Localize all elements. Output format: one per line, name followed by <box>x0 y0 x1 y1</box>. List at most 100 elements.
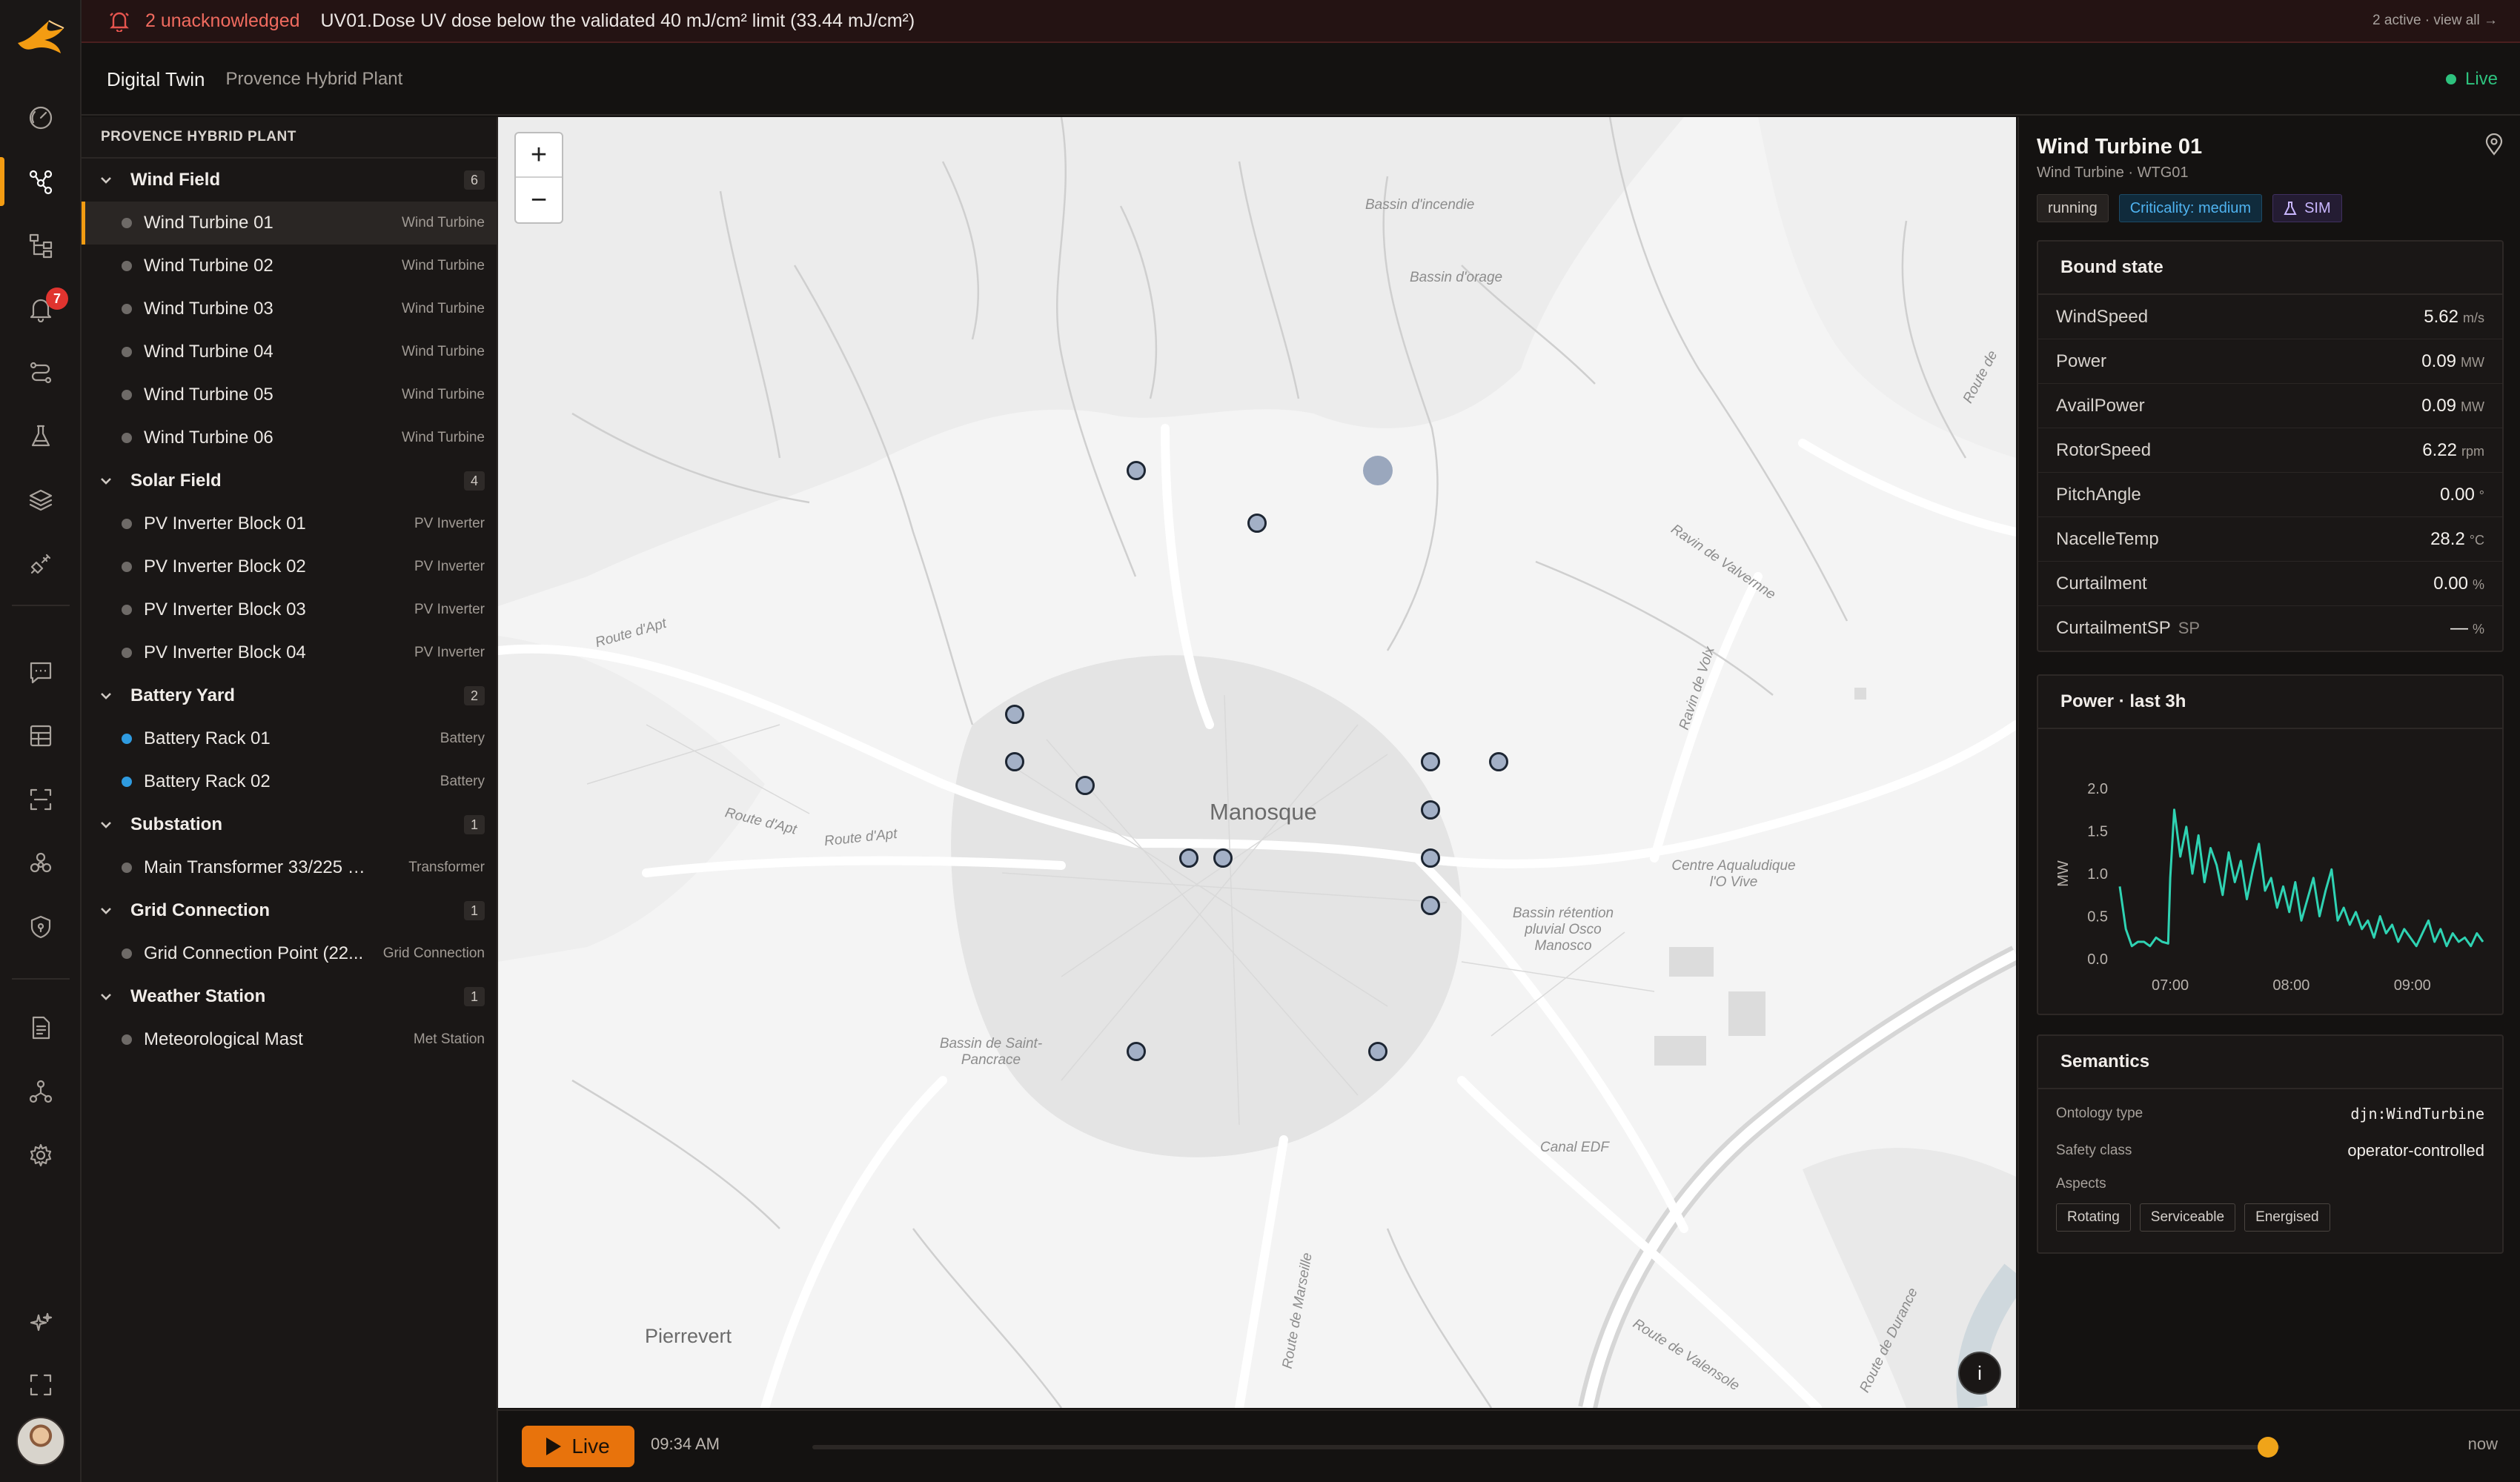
state-row: Power 0.09 MW <box>2038 339 2502 384</box>
asset-marker[interactable] <box>1421 800 1440 820</box>
asset-marker[interactable] <box>1421 752 1440 771</box>
status-dot-icon <box>122 347 132 357</box>
tree-title: PROVENCE HYBRID PLANT <box>82 117 497 159</box>
tree-group[interactable]: Wind Field 6 <box>82 159 497 202</box>
tree-item[interactable]: PV Inverter Block 02 PV Inverter <box>82 545 497 588</box>
molecule-nav-button[interactable] <box>0 831 82 895</box>
network-nav-button[interactable] <box>0 1060 82 1123</box>
tree-item[interactable]: Battery Rack 02 Battery <box>82 760 497 803</box>
fullscreen-icon <box>30 1374 52 1396</box>
state-name: AvailPower <box>2056 395 2145 416</box>
digital-twin-nav-button[interactable] <box>0 150 82 213</box>
security-nav-button[interactable] <box>0 895 82 959</box>
tree-item-type: PV Inverter <box>414 516 485 531</box>
zoom-out-button[interactable]: − <box>516 178 562 222</box>
tree-item[interactable]: Grid Connection Point (22... Grid Connect… <box>82 932 497 975</box>
y-axis-label: MW <box>2055 860 2072 887</box>
tree-item[interactable]: Wind Turbine 04 Wind Turbine <box>82 330 497 373</box>
asset-marker-selected[interactable] <box>1363 456 1393 485</box>
state-unit: °C <box>2469 532 2484 548</box>
tree-item[interactable]: Battery Rack 01 Battery <box>82 717 497 760</box>
flows-nav-button[interactable] <box>0 341 82 405</box>
tree-item-type: Wind Turbine <box>402 301 485 316</box>
tree-item-type: Battery <box>440 774 485 789</box>
power-chart-title: Power · last 3h <box>2038 676 2502 729</box>
timeline-bar: Live 09:34 AM now <box>498 1409 2520 1482</box>
tree-item[interactable]: PV Inverter Block 01 PV Inverter <box>82 502 497 545</box>
satellite-nav-button[interactable] <box>0 532 82 596</box>
tree-item[interactable]: Main Transformer 33/225 kV Transformer <box>82 846 497 889</box>
alarms-nav-button[interactable]: 7 <box>0 277 82 341</box>
x-tick-label: 09:00 <box>2394 977 2431 994</box>
chevron-down-icon <box>101 908 111 914</box>
timeline-scrubber-handle[interactable] <box>2258 1437 2279 1458</box>
alert-banner[interactable]: 2 unacknowledged UV01.Dose UV dose below… <box>82 0 2520 43</box>
settings-nav-button[interactable] <box>0 1123 82 1187</box>
fullscreen-button[interactable] <box>0 1353 82 1417</box>
live-play-button[interactable]: Live <box>522 1426 634 1467</box>
state-unit: m/s <box>2463 310 2484 325</box>
asset-marker[interactable] <box>1005 752 1024 771</box>
tree-group[interactable]: Weather Station 1 <box>82 975 497 1018</box>
state-unit: rpm <box>2461 443 2484 459</box>
status-dot-icon <box>122 605 132 615</box>
scan-nav-button[interactable] <box>0 768 82 831</box>
asset-marker[interactable] <box>1421 848 1440 868</box>
timeline-now-label: now <box>2467 1435 2498 1453</box>
tree-item-type: Met Station <box>413 1031 485 1047</box>
table-nav-button[interactable] <box>0 704 82 768</box>
tree-item[interactable]: PV Inverter Block 04 PV Inverter <box>82 631 497 674</box>
x-tick-label: 08:00 <box>2272 977 2310 994</box>
assistant-nav-button[interactable] <box>0 1292 82 1356</box>
hierarchy-nav-button[interactable] <box>0 213 82 277</box>
user-avatar[interactable] <box>16 1417 65 1466</box>
layers-nav-button[interactable] <box>0 468 82 532</box>
asset-marker[interactable] <box>1127 1042 1146 1061</box>
tree-item[interactable]: Wind Turbine 05 Wind Turbine <box>82 373 497 416</box>
lab-nav-button[interactable] <box>0 405 82 468</box>
asset-marker[interactable] <box>1075 776 1095 795</box>
unacknowledged-count[interactable]: 2 unacknowledged <box>145 10 300 32</box>
live-status-label: Live <box>2464 69 2498 89</box>
tree-group[interactable]: Battery Yard 2 <box>82 674 497 717</box>
y-tick-label: 1.0 <box>2087 866 2108 883</box>
tree-item[interactable]: Wind Turbine 03 Wind Turbine <box>82 288 497 330</box>
tree-item[interactable]: Wind Turbine 01 Wind Turbine <box>82 202 497 245</box>
locate-pin-icon[interactable] <box>2483 133 2505 156</box>
map-info-button[interactable]: i <box>1958 1352 2001 1395</box>
dashboard-nav-button[interactable] <box>0 86 82 150</box>
asset-marker[interactable] <box>1005 705 1024 724</box>
asset-marker[interactable] <box>1489 752 1508 771</box>
bird-logo-icon[interactable] <box>15 16 68 61</box>
tree-group[interactable]: Substation 1 <box>82 803 497 846</box>
tree-item-label: PV Inverter Block 01 <box>144 514 306 534</box>
app-title: Digital Twin <box>107 67 205 90</box>
asset-marker[interactable] <box>1368 1042 1387 1061</box>
tree-item[interactable]: Meteorological Mast Met Station <box>82 1018 497 1061</box>
chat-nav-button[interactable] <box>0 640 82 704</box>
shield-icon <box>30 915 51 939</box>
tree-group[interactable]: Solar Field 4 <box>82 459 497 502</box>
safety-row: Safety class operator-controlled <box>2038 1132 2502 1169</box>
current-time: 09:34 AM <box>651 1435 720 1453</box>
tree-item[interactable]: Wind Turbine 06 Wind Turbine <box>82 416 497 459</box>
asset-marker[interactable] <box>1127 461 1146 480</box>
tree-item[interactable]: Wind Turbine 02 Wind Turbine <box>82 245 497 288</box>
state-value-number: 0.09 <box>2421 350 2457 371</box>
power-line-chart: 0.0 0.5 1.0 1.5 2.0 07:00 08:00 09:00 MW <box>2055 781 2484 994</box>
map-view[interactable]: + − Bassin d'incendie Bassin d'orage Rou… <box>498 117 2016 1408</box>
map-basemap[interactable] <box>498 117 2016 1408</box>
asset-marker[interactable] <box>1421 896 1440 915</box>
view-all-alerts-link[interactable]: 2 active · view all → <box>2373 13 2498 29</box>
timeline-track[interactable] <box>812 1445 2280 1449</box>
tree-item-label: Wind Turbine 06 <box>144 428 273 448</box>
reports-nav-button[interactable] <box>0 996 82 1060</box>
asset-marker[interactable] <box>1179 848 1198 868</box>
tree-group-label: Substation <box>130 814 222 834</box>
tree-group[interactable]: Grid Connection 1 <box>82 889 497 932</box>
tree-item[interactable]: PV Inverter Block 03 PV Inverter <box>82 588 497 631</box>
asset-marker[interactable] <box>1247 514 1267 533</box>
asset-marker[interactable] <box>1213 848 1233 868</box>
nav-rail: 7 <box>0 0 82 1482</box>
zoom-in-button[interactable]: + <box>516 133 562 178</box>
